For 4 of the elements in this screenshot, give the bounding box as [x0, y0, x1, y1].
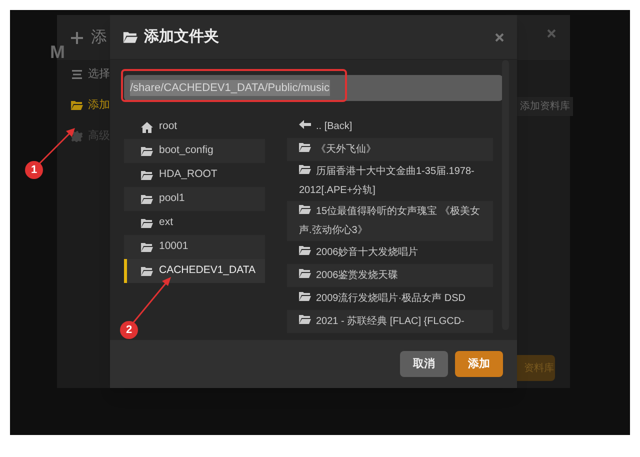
dialog-title: 添: [91, 28, 107, 48]
dialog-title: 添加文件夹: [144, 26, 219, 47]
section-label: 添加资料库: [517, 97, 573, 116]
app-title: M: [50, 41, 65, 64]
